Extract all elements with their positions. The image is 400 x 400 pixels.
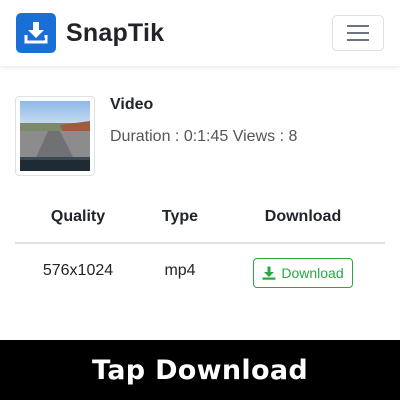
column-header-quality: Quality bbox=[50, 208, 106, 225]
download-button-label: Download bbox=[281, 265, 344, 281]
brand-link[interactable]: SnapTik bbox=[16, 13, 164, 53]
download-button[interactable]: Download bbox=[253, 258, 353, 288]
video-thumbnail bbox=[15, 96, 95, 176]
hamburger-menu-icon bbox=[347, 25, 369, 41]
navbar: SnapTik bbox=[0, 0, 400, 66]
download-tray-icon bbox=[16, 13, 56, 53]
tap-download-banner: Tap Download bbox=[0, 340, 400, 400]
column-header-download: Download bbox=[264, 208, 342, 225]
type-cell: mp4 bbox=[164, 262, 196, 279]
quality-cell: 576x1024 bbox=[42, 262, 114, 279]
menu-toggle-button[interactable] bbox=[332, 15, 384, 51]
video-meta: Duration : 0:1:45 Views : 8 bbox=[110, 128, 298, 145]
video-title: Video bbox=[110, 96, 154, 113]
download-arrow-icon bbox=[262, 266, 276, 280]
table-divider bbox=[15, 242, 385, 244]
column-header-type: Type bbox=[161, 208, 199, 225]
banner-text: Tap Download bbox=[92, 354, 308, 386]
brand-name: SnapTik bbox=[66, 18, 165, 47]
